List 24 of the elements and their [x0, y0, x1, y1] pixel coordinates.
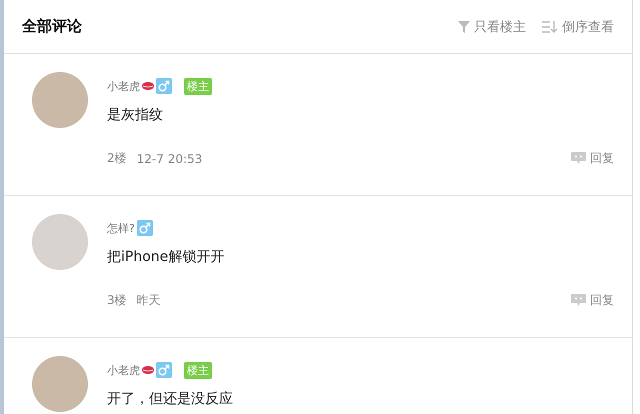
comment-text: 开了，但还是没反应 [107, 390, 234, 408]
comment-time: 昨天 [136, 292, 161, 309]
male-icon [156, 362, 172, 378]
username[interactable]: 小老虎 [107, 78, 140, 94]
sort-icon [542, 20, 558, 32]
op-badge: 楼主 [184, 78, 212, 94]
filter-link[interactable]: 只看楼主 [458, 18, 526, 36]
section-title: 全部评论 [22, 17, 83, 36]
male-icon [136, 220, 153, 236]
comment-text: 把iPhone解锁开开 [107, 248, 226, 266]
comment-time: 12-7 20:53 [136, 152, 202, 166]
speech-bubble-icon [571, 152, 586, 165]
floor-number: 2楼 [107, 150, 127, 167]
username[interactable]: 小老虎 [107, 362, 140, 378]
floor-number: 3楼 [107, 292, 127, 309]
sort-link[interactable]: 倒序查看 [542, 18, 614, 36]
username[interactable]: 怎样? [107, 220, 135, 236]
male-icon [156, 78, 172, 94]
speech-bubble-icon [571, 294, 586, 307]
filter-icon [458, 20, 470, 32]
op-badge: 楼主 [184, 362, 212, 378]
reply-link[interactable]: 回复 [571, 150, 614, 167]
reply-link[interactable]: 回复 [571, 292, 614, 309]
comment-text: 是灰指纹 [107, 106, 164, 124]
